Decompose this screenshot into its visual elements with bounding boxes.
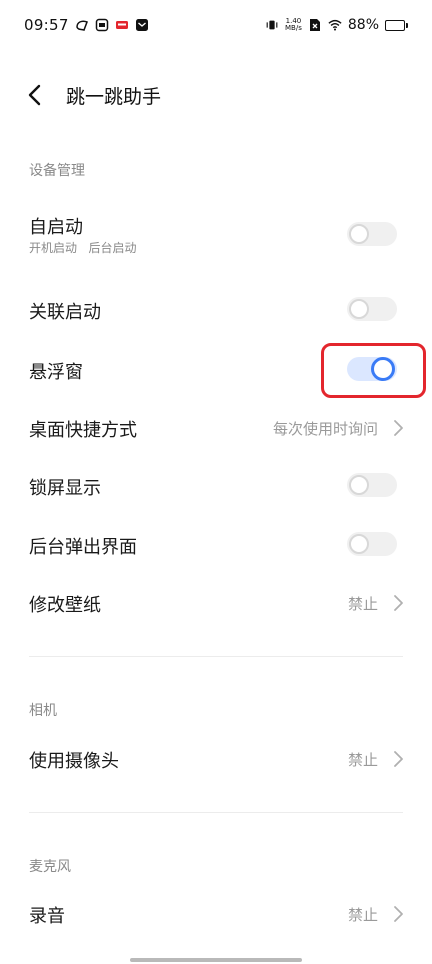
vibrate-icon xyxy=(265,18,279,32)
battery-body xyxy=(385,19,405,31)
page-title: 跳一跳助手 xyxy=(66,86,162,108)
app-permission-screen: 09:57 1.40 MB/s 88% 跳一跳助手 设备管理 自启动 开机启动 … xyxy=(0,0,432,964)
no-sim-icon xyxy=(308,18,322,32)
use-camera-value: 禁止 xyxy=(347,751,378,769)
message-notification-icon xyxy=(95,18,109,32)
toggle-knob xyxy=(349,475,369,495)
row-modify-wallpaper[interactable]: 修改壁纸 禁止 xyxy=(0,575,432,631)
auto-start-toggle[interactable] xyxy=(347,222,397,246)
battery-icon xyxy=(385,19,408,31)
network-speed-unit: MB/s xyxy=(285,24,302,32)
section-title-microphone: 麦克风 xyxy=(29,859,71,875)
auto-start-label: 自启动 xyxy=(29,217,83,238)
auto-start-subtitle: 开机启动 后台启动 xyxy=(29,241,137,255)
row-linked-start[interactable]: 关联启动 xyxy=(0,282,432,338)
lock-screen-toggle[interactable] xyxy=(347,473,397,497)
toggle-knob xyxy=(349,299,369,319)
home-indicator[interactable] xyxy=(130,958,302,962)
toggle-knob xyxy=(349,224,369,244)
row-background-popup[interactable]: 后台弹出界面 xyxy=(0,517,432,573)
clock: 09:57 xyxy=(24,16,69,34)
news-notification-icon xyxy=(115,18,129,32)
row-use-camera[interactable]: 使用摄像头 禁止 xyxy=(0,731,432,787)
highlight-annotation xyxy=(321,343,426,398)
record-audio-label: 录音 xyxy=(29,906,65,927)
status-bar-right: 1.40 MB/s 88% xyxy=(265,17,408,33)
record-audio-value: 禁止 xyxy=(347,906,378,924)
chevron-right-icon xyxy=(394,595,403,611)
linked-start-toggle[interactable] xyxy=(347,297,397,321)
background-popup-label: 后台弹出界面 xyxy=(29,537,137,558)
section-divider xyxy=(29,656,403,657)
wifi-icon xyxy=(328,18,342,32)
status-bar-left: 09:57 xyxy=(24,16,149,34)
battery-percent: 88% xyxy=(347,17,379,33)
battery-tip xyxy=(406,22,408,28)
desktop-shortcut-label: 桌面快捷方式 xyxy=(29,420,137,441)
lock-screen-label: 锁屏显示 xyxy=(29,478,101,499)
chevron-right-icon xyxy=(394,751,403,767)
app-notification-icon xyxy=(75,18,89,32)
section-title-camera: 相机 xyxy=(29,703,57,719)
toggle-knob xyxy=(349,534,369,554)
chevron-left-icon xyxy=(28,84,41,106)
use-camera-label: 使用摄像头 xyxy=(29,751,119,772)
network-speed: 1.40 MB/s xyxy=(285,18,302,32)
section-title-device-management: 设备管理 xyxy=(29,163,85,179)
page-header: 跳一跳助手 xyxy=(0,70,432,118)
chevron-right-icon xyxy=(394,420,403,436)
row-auto-start[interactable]: 自启动 开机启动 后台启动 xyxy=(0,206,432,262)
row-desktop-shortcut[interactable]: 桌面快捷方式 每次使用时询问 xyxy=(0,400,432,456)
section-divider xyxy=(29,812,403,813)
row-lock-screen[interactable]: 锁屏显示 xyxy=(0,458,432,514)
desktop-shortcut-value: 每次使用时询问 xyxy=(272,420,378,438)
floating-window-label: 悬浮窗 xyxy=(29,362,83,383)
modify-wallpaper-value: 禁止 xyxy=(347,595,378,613)
chevron-right-icon xyxy=(394,906,403,922)
status-bar: 09:57 1.40 MB/s 88% xyxy=(0,0,432,50)
background-popup-toggle[interactable] xyxy=(347,532,397,556)
mail-notification-icon xyxy=(135,18,149,32)
linked-start-label: 关联启动 xyxy=(29,302,101,323)
modify-wallpaper-label: 修改壁纸 xyxy=(29,595,101,616)
row-record-audio[interactable]: 录音 禁止 xyxy=(0,886,432,942)
back-button[interactable] xyxy=(20,80,50,110)
